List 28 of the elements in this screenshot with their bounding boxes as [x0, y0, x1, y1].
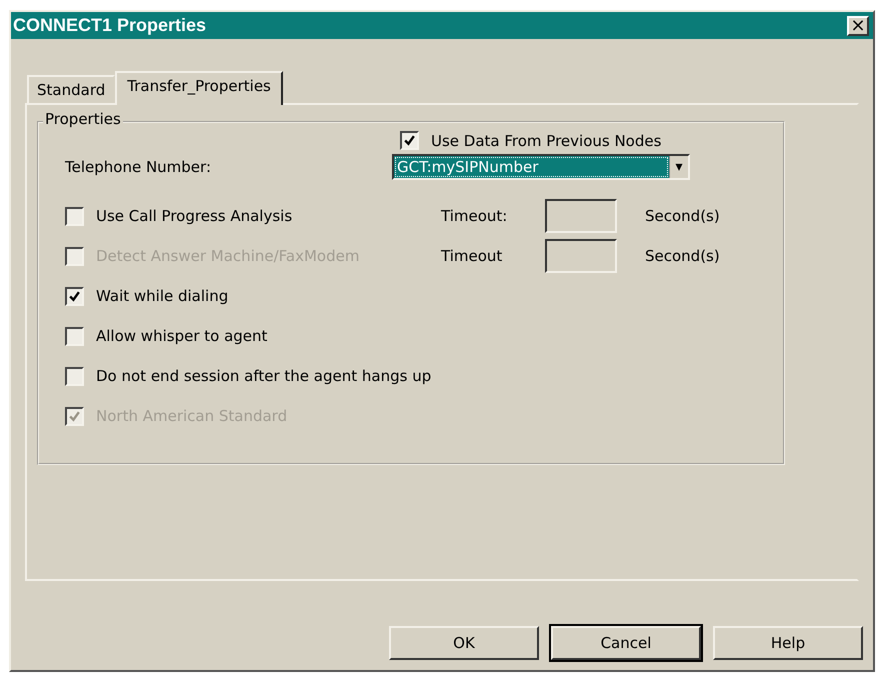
check-icon [68, 290, 81, 302]
checkbox[interactable] [400, 131, 419, 150]
checkbox-label: Wait while dialing [96, 287, 228, 305]
checkbox-label: Allow whisper to agent [96, 327, 268, 345]
timeout-label: Timeout: [441, 207, 508, 225]
timeout-label: Timeout [441, 247, 504, 265]
close-button[interactable]: × [847, 16, 869, 36]
dialog-button[interactable]: OK [389, 626, 539, 660]
timeout-field[interactable] [545, 199, 617, 233]
checkbox-label: Do not end session after the agent hangs up [96, 367, 432, 385]
tab[interactable]: Transfer_Properties [115, 71, 283, 105]
dialog-button[interactable]: Help [713, 626, 863, 660]
checkbox[interactable] [65, 366, 84, 386]
checkbox[interactable] [65, 286, 84, 306]
check-icon [403, 134, 416, 147]
checkbox[interactable] [65, 326, 84, 346]
checkbox[interactable] [65, 206, 84, 226]
unit-label: Second(s) [645, 207, 720, 225]
group-title: Properties [43, 110, 123, 128]
unit-label: Second(s) [645, 247, 720, 265]
telephone-dropdown[interactable]: GCT:mySIPNumber ▾ [392, 154, 690, 180]
dialog-button[interactable]: Cancel [551, 626, 701, 660]
telephone-label: Telephone Number: [65, 158, 212, 176]
tab[interactable]: Standard [27, 75, 116, 103]
checkbox-label: Use Data From Previous Nodes [431, 132, 662, 150]
window-title: CONNECT1 Properties [13, 15, 206, 36]
check-icon [68, 410, 81, 422]
checkbox-label: Use Call Progress Analysis [96, 207, 292, 225]
